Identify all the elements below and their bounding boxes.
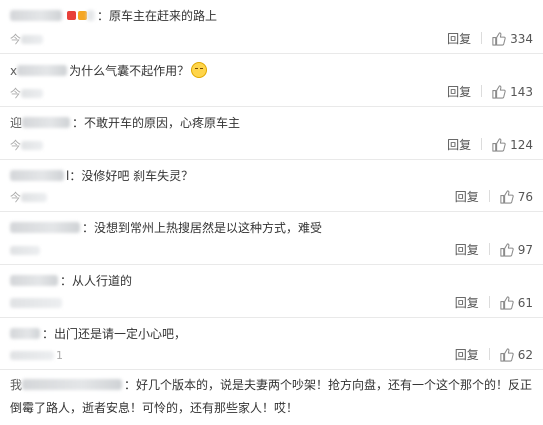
comment-content: 我 ：好几个版本的，说是夫妻两个吵架！抢方向盘，还有一个这个那个的！反正	[10, 376, 535, 395]
comment-actions: 回复 61	[455, 295, 533, 314]
blurred-time	[21, 141, 43, 150]
comment-content: ：没想到常州上热搜居然是以这种方式，难受	[10, 219, 535, 238]
comment-actions: 回复 76	[455, 189, 533, 208]
like-count: 76	[517, 190, 533, 204]
blurred-time	[21, 35, 43, 44]
comment-content: ：出门还是请一定小心吧，	[10, 325, 535, 344]
blurred-username[interactable]	[10, 222, 80, 233]
blurred-username[interactable]	[10, 10, 62, 21]
thumbs-up-icon[interactable]	[491, 31, 506, 50]
divider	[488, 296, 490, 308]
emoji-icon	[191, 62, 208, 78]
username-prefix: 我	[10, 378, 23, 392]
blurred-time	[10, 246, 40, 255]
comment-content: l：没修好吧 刹车失灵？	[10, 167, 535, 186]
comment-text: l：没修好吧 刹车失灵？	[66, 169, 194, 183]
thumbs-up-icon[interactable]	[499, 189, 514, 208]
like-count: 124	[510, 138, 533, 152]
comment-actions: 回复 97	[455, 242, 533, 261]
comment-time: 今	[10, 33, 45, 47]
time-text: 今	[10, 139, 21, 152]
username-prefix: 迎	[10, 116, 23, 130]
reply-button[interactable]: 回复	[447, 84, 471, 100]
like-count: 143	[510, 85, 533, 99]
comment-text: ：不敢开车的原因，心疼原车主	[72, 116, 241, 130]
badge-icon	[78, 11, 87, 20]
comment-time: 1	[10, 349, 63, 363]
comment-text: ：没想到常州上热搜居然是以这种方式，难受	[82, 221, 323, 235]
like-count: 62	[517, 348, 533, 362]
blurred-time	[10, 351, 54, 360]
divider	[488, 190, 490, 202]
comment-text: ：出门还是请一定小心吧，	[42, 327, 187, 341]
comment-item: ：没想到常州上热搜居然是以这种方式，难受 回复 97	[0, 212, 543, 265]
divider	[488, 243, 490, 255]
divider	[488, 348, 490, 360]
comment-text: ：原车主在赶来的路上	[97, 9, 218, 23]
divider	[481, 32, 483, 44]
reply-button[interactable]: 回复	[455, 189, 479, 205]
comment-item: l：没修好吧 刹车失灵？ 今 回复 76	[0, 160, 543, 212]
comment-item: ：出门还是请一定小心吧， 1 回复 62	[0, 318, 543, 370]
badge-icon	[67, 11, 76, 20]
reply-button[interactable]: 回复	[455, 295, 479, 311]
time-text: 今	[10, 33, 21, 46]
blurred-username[interactable]	[10, 275, 58, 286]
blurred-username[interactable]	[10, 170, 64, 181]
blurred-username[interactable]	[22, 117, 71, 128]
comment-text: 为什么气囊不起作用？	[69, 64, 190, 78]
blurred-username[interactable]	[87, 10, 95, 21]
thumbs-up-icon[interactable]	[499, 242, 514, 261]
reply-button[interactable]: 回复	[455, 347, 479, 363]
divider	[481, 85, 483, 97]
comment-actions: 回复 334	[447, 31, 533, 50]
comment-content-continued: 倒霉了路人，逝者安息！可怜的，还有那些家人！哎！	[10, 399, 535, 418]
thumbs-up-icon[interactable]	[491, 84, 506, 103]
like-count: 97	[517, 243, 533, 257]
comment-content: ：原车主在赶来的路上	[10, 7, 535, 26]
time-text: 1	[56, 349, 63, 362]
time-text: 今	[10, 87, 21, 100]
like-count: 61	[517, 296, 533, 310]
comment-time	[10, 297, 64, 311]
comment-item: ：原车主在赶来的路上 今 回复 334	[0, 0, 543, 54]
comment-time: 今	[10, 191, 49, 205]
comment-text-line2: 倒霉了路人，逝者安息！可怜的，还有那些家人！哎！	[10, 401, 299, 415]
thumbs-up-icon[interactable]	[491, 137, 506, 156]
comment-item: x 为什么气囊不起作用？ 今 回复 143	[0, 54, 543, 107]
comment-actions: 回复 143	[447, 84, 533, 103]
comment-time	[10, 244, 42, 258]
comment-time: 今	[10, 87, 45, 101]
blurred-username[interactable]	[10, 328, 40, 339]
blurred-time	[21, 89, 43, 98]
comment-item: 迎 ：不敢开车的原因，心疼原车主 今 回复 124	[0, 107, 543, 160]
time-text: 今	[10, 191, 21, 204]
blurred-username[interactable]	[22, 379, 123, 390]
blurred-username[interactable]	[17, 65, 68, 76]
comment-actions: 回复 62	[455, 347, 533, 366]
reply-button[interactable]: 回复	[447, 31, 471, 47]
comment-text: ：好几个版本的，说是夫妻两个吵架！抢方向盘，还有一个这个那个的！反正	[124, 378, 533, 392]
comment-content: x 为什么气囊不起作用？	[10, 62, 535, 81]
comment-list: ：原车主在赶来的路上 今 回复 334 x 为什么气囊不起作用？ 今 回复 143 迎…	[0, 0, 543, 425]
comment-item: 我 ：好几个版本的，说是夫妻两个吵架！抢方向盘，还有一个这个那个的！反正 倒霉了路…	[0, 370, 543, 425]
thumbs-up-icon[interactable]	[499, 295, 514, 314]
comment-content: ：从人行道的	[10, 272, 535, 291]
reply-button[interactable]: 回复	[455, 242, 479, 258]
comment-content: 迎 ：不敢开车的原因，心疼原车主	[10, 114, 535, 133]
reply-button[interactable]: 回复	[447, 137, 471, 153]
divider	[481, 138, 483, 150]
comment-text: ：从人行道的	[60, 274, 133, 288]
comment-time: 今	[10, 139, 45, 153]
username-prefix: x	[10, 64, 18, 78]
like-count: 334	[510, 32, 533, 46]
blurred-time	[10, 298, 62, 308]
thumbs-up-icon[interactable]	[499, 347, 514, 366]
blurred-time	[21, 193, 47, 202]
comment-item: ：从人行道的 回复 61	[0, 265, 543, 318]
comment-actions: 回复 124	[447, 137, 533, 156]
